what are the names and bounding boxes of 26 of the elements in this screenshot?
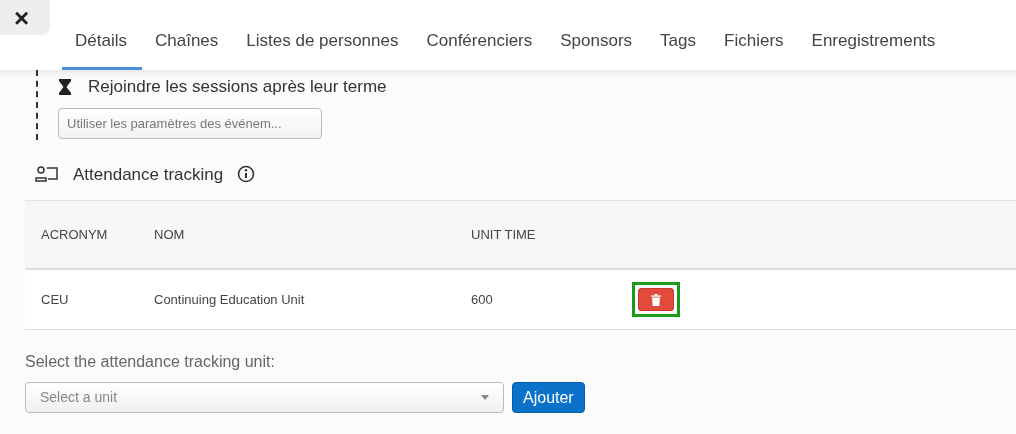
tab[interactable]: Chaînes — [141, 27, 234, 70]
trash-icon — [651, 293, 661, 306]
tab[interactable]: Listes de personnes — [233, 27, 414, 70]
table-cell: Continuing Education Unit — [154, 291, 305, 307]
table-cell: CEU — [41, 291, 69, 307]
delete-button[interactable] — [638, 288, 674, 311]
unit-label: Select the attendance tracking unit: — [25, 352, 276, 372]
tab[interactable]: Conférenciers — [413, 27, 548, 70]
table-cell: 600 — [471, 291, 493, 307]
column-header: ACRONYM — [41, 226, 108, 242]
tab[interactable]: Tags — [647, 27, 712, 70]
attendance-icon — [35, 165, 59, 184]
column-header: UNIT TIME — [471, 226, 536, 242]
column-header: NOM — [154, 226, 185, 242]
hourglass-icon — [58, 77, 72, 96]
section-title: Attendance tracking — [73, 163, 224, 186]
tab[interactable]: Sponsors — [547, 27, 648, 70]
close-button[interactable]: × — [0, 0, 50, 35]
event-settings-select[interactable]: Utiliser les paramètres des événem... — [58, 107, 322, 139]
info-icon — [237, 165, 256, 184]
tab[interactable]: Détails — [62, 27, 142, 70]
tab[interactable]: Fichiers — [711, 27, 799, 70]
tab[interactable]: Enregistrements — [798, 27, 951, 70]
add-button[interactable]: Ajouter — [512, 382, 585, 413]
setting-title: Rejoindre les sessions après leur terme — [88, 76, 387, 98]
caret-icon — [481, 395, 489, 400]
